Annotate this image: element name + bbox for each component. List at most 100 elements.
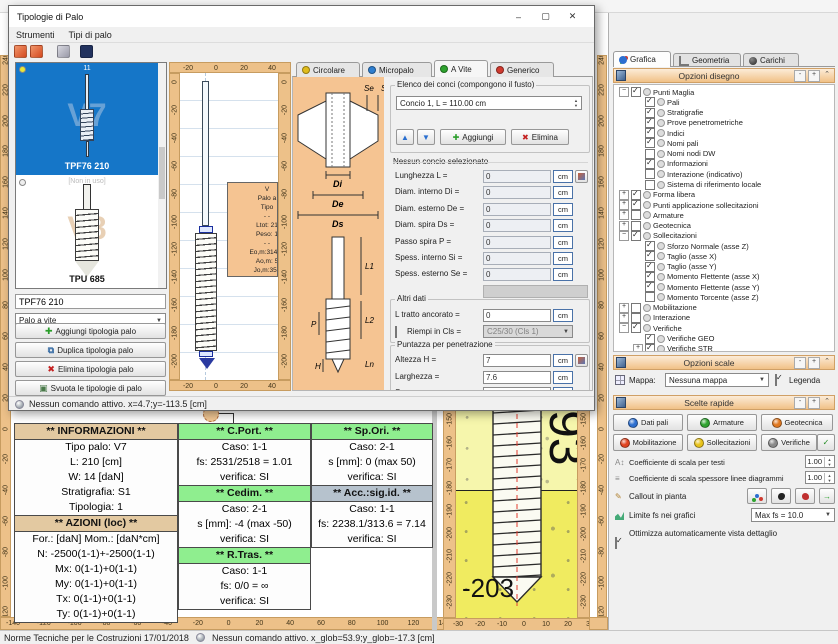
close-button[interactable]: ✕: [559, 9, 586, 24]
armature-button[interactable]: Armature: [687, 414, 757, 431]
expander-icon[interactable]: −: [619, 323, 629, 333]
tab-circolare[interactable]: Circolare: [296, 62, 360, 77]
menu-strumenti[interactable]: Strumenti: [16, 30, 55, 40]
callout-ink-button[interactable]: [771, 488, 791, 504]
tree-item-mobilitazione[interactable]: +Mobilitazione: [616, 303, 834, 313]
field-input-larghezza[interactable]: 7.6: [483, 371, 551, 384]
riempi-checkbox[interactable]: [395, 326, 397, 338]
tree-item-forma-libera[interactable]: +Forma libera: [616, 190, 834, 200]
collapse-icon[interactable]: ⌃: [822, 358, 832, 368]
visibility-checkbox[interactable]: [631, 303, 641, 313]
minimize-button[interactable]: –: [505, 9, 532, 24]
tree-item-momento-torcente-asse-z[interactable]: Momento Torcente (asse Z): [616, 292, 834, 302]
visibility-checkbox[interactable]: [645, 251, 655, 261]
spinner-arrows-icon[interactable]: ▲▼: [824, 457, 834, 467]
pile-type-card-v7[interactable]: 11V7TPF76 210: [16, 63, 158, 175]
visibility-checkbox[interactable]: [645, 97, 655, 107]
menu-tipi-di-palo[interactable]: Tipi di palo: [69, 30, 112, 40]
aggiungi-concio-button[interactable]: ✚Aggiungi: [440, 129, 506, 145]
expander-icon[interactable]: +: [619, 221, 629, 231]
tab-carichi[interactable]: Carichi: [743, 53, 799, 67]
field-input-l-tratto-ancorato[interactable]: 0: [483, 309, 551, 322]
concio-select[interactable]: Concio 1, L = 110.00 cm▲▼: [396, 96, 582, 110]
dati-pali-button[interactable]: Dati pali: [613, 414, 683, 431]
legenda-checkbox[interactable]: [775, 374, 777, 386]
visibility-checkbox[interactable]: [645, 169, 655, 179]
field-input-lunghezza-l[interactable]: 0: [483, 170, 551, 183]
visibility-checkbox[interactable]: [631, 323, 641, 333]
visibility-checkbox[interactable]: [631, 87, 641, 97]
expand-button[interactable]: +: [808, 70, 820, 82]
expander-icon[interactable]: −: [619, 87, 629, 97]
shrink-button[interactable]: -: [794, 357, 806, 369]
expand-button[interactable]: +: [808, 357, 820, 369]
expander-icon[interactable]: −: [619, 231, 629, 241]
pile-type-card-v8[interactable]: [Non in uso]V8TPU 685: [16, 176, 158, 288]
expander-icon[interactable]: +: [619, 313, 629, 323]
eraser-icon[interactable]: [57, 45, 70, 58]
verifiche-button[interactable]: Verifiche: [761, 434, 817, 451]
visibility-checkbox[interactable]: [631, 210, 641, 220]
tree-item-nomi-pali[interactable]: Nomi pali: [616, 138, 834, 148]
tree-item-verifiche-str[interactable]: +Verifiche STR: [616, 344, 834, 352]
spinner-arrows-icon[interactable]: ▲▼: [574, 98, 578, 108]
callout-points-button[interactable]: [747, 488, 767, 504]
move-up-button[interactable]: ▲: [396, 129, 414, 145]
apply-check-button[interactable]: ✓: [817, 434, 835, 451]
mappa-select[interactable]: Nessuna mappa▼: [665, 373, 769, 387]
tree-item-pali[interactable]: Pali: [616, 97, 834, 107]
field-extra-button[interactable]: [575, 170, 588, 183]
tab-generico[interactable]: Generico: [490, 62, 554, 77]
tree-item-interazione[interactable]: +Interazione: [616, 313, 834, 323]
section-view-icon[interactable]: [80, 45, 93, 58]
tree-item-informazioni[interactable]: Informazioni: [616, 159, 834, 169]
collapse-icon[interactable]: ⌃: [822, 398, 832, 408]
aggiungi-tipologia-palo-button[interactable]: ✚Aggiungi tipologia palo: [15, 323, 166, 339]
field-input-diam-esterno-de[interactable]: 0: [483, 203, 551, 216]
expand-button[interactable]: +: [808, 397, 820, 409]
expander-icon[interactable]: +: [619, 190, 629, 200]
coeff-testi-spinner[interactable]: 1.00▲▼: [805, 455, 835, 468]
tree-item-interazione-indicativo[interactable]: Interazione (indicativo): [616, 169, 834, 179]
svuota-le-tipologie-di-palo-button[interactable]: ▣Svuota le tipologie di palo: [15, 380, 166, 396]
expander-icon[interactable]: +: [619, 303, 629, 313]
tree-item-verifiche[interactable]: −Verifiche: [616, 323, 834, 333]
spinner-arrows-icon[interactable]: ▲▼: [824, 473, 834, 483]
tab-geometria[interactable]: Geometria: [673, 53, 741, 67]
visibility-checkbox[interactable]: [645, 159, 655, 169]
field-input-spess-esterno-se[interactable]: 0: [483, 268, 551, 281]
coeff-linee-spinner[interactable]: 1.00▲▼: [805, 471, 835, 484]
scelte-rapide-header[interactable]: Scelte rapide -+⌃: [613, 395, 835, 410]
import-file-icon[interactable]: [30, 45, 43, 58]
limite-select[interactable]: Max fs = 10.0▼: [751, 508, 835, 522]
visibility-checkbox[interactable]: [645, 334, 655, 344]
elimina-concio-button[interactable]: ✖Elimina: [511, 129, 569, 145]
tree-item-armature[interactable]: +Armature: [616, 210, 834, 220]
visibility-checkbox[interactable]: [645, 292, 655, 302]
field-input-spess-interno-si[interactable]: 0: [483, 252, 551, 265]
geotecnica-button[interactable]: Geotecnica: [761, 414, 833, 431]
field-input-altezza-h[interactable]: 7: [483, 354, 551, 367]
field-input-diam-interno-di[interactable]: 0: [483, 186, 551, 199]
pile-name-input[interactable]: [15, 294, 166, 309]
field-input-diam-spira-ds[interactable]: 0: [483, 219, 551, 232]
dialog-title-bar[interactable]: Tipologie di Palo – ▢ ✕: [9, 6, 594, 27]
visibility-checkbox[interactable]: [631, 200, 641, 210]
field-input-spessore[interactable]: 0.8: [483, 387, 551, 391]
field-extra-button[interactable]: [575, 354, 588, 367]
shrink-button[interactable]: -: [794, 70, 806, 82]
tree-item-taglio-asse-x[interactable]: Taglio (asse X): [616, 251, 834, 261]
tree-item-punti-applicazione-sollecitazioni[interactable]: +Punti applicazione sollecitazioni: [616, 200, 834, 210]
ottimizza-checkbox[interactable]: [615, 537, 617, 549]
mobilitazione-button[interactable]: Mobilitazione: [613, 434, 683, 451]
opzioni-disegno-header[interactable]: Opzioni disegno -+⌃: [613, 68, 835, 83]
elimina-tipologia-palo-button[interactable]: ✖Elimina tipologia palo: [15, 361, 166, 377]
tab-grafica[interactable]: Grafica: [613, 51, 671, 67]
visibility-checkbox[interactable]: [645, 344, 655, 352]
visibility-checkbox[interactable]: [631, 231, 641, 241]
sollecitazioni-button[interactable]: Sollecitazioni: [687, 434, 757, 451]
expander-icon[interactable]: +: [619, 210, 629, 220]
visibility-checkbox[interactable]: [645, 282, 655, 292]
field-input-passo-spira-p[interactable]: 0: [483, 236, 551, 249]
collapse-icon[interactable]: ⌃: [822, 71, 832, 81]
